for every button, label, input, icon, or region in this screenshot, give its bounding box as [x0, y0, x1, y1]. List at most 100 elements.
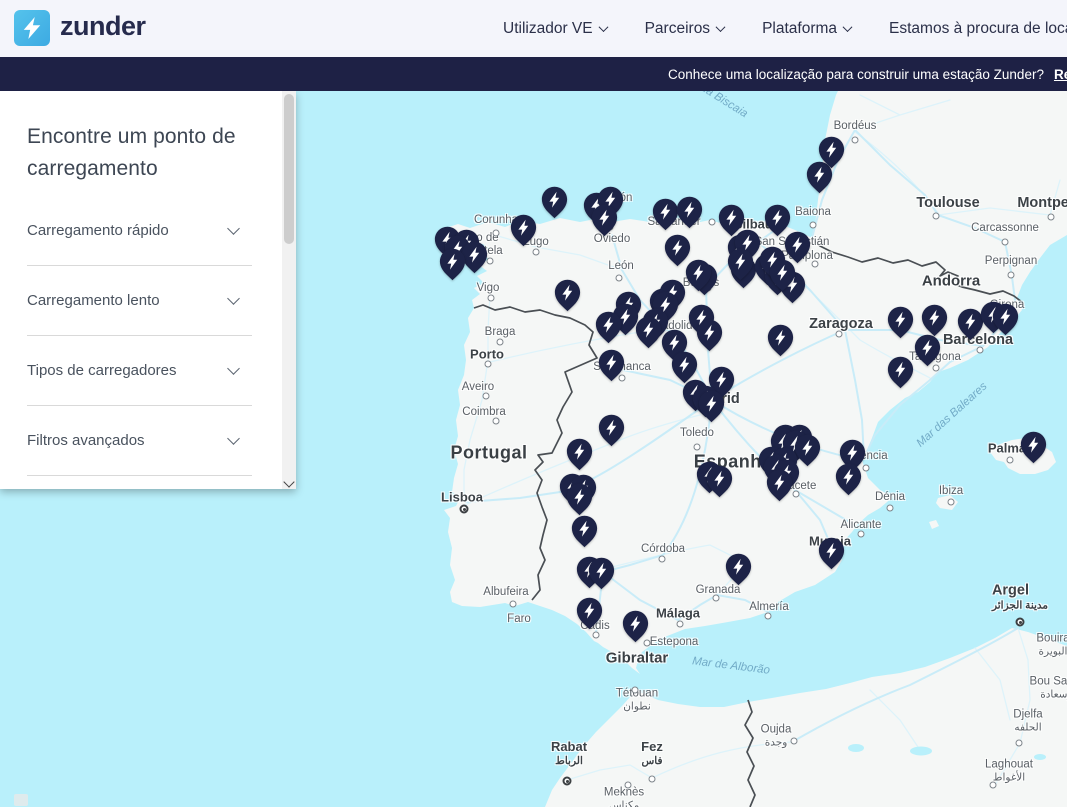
city-dot — [659, 556, 666, 563]
charging-station-pin[interactable] — [591, 204, 618, 237]
chevron-down-icon — [227, 292, 240, 305]
charging-station-pin[interactable] — [887, 356, 914, 389]
charging-station-pin[interactable] — [914, 334, 941, 367]
map-label-porto: Porto — [470, 347, 504, 362]
charging-station-pin[interactable] — [921, 304, 948, 337]
charging-station-pin[interactable] — [571, 515, 598, 548]
city-dot — [625, 782, 632, 789]
charging-station-pin[interactable] — [566, 483, 593, 516]
map-label-arabic: مدينة الجزائر — [992, 600, 1048, 612]
map-label-vigo: Vigo — [477, 282, 500, 294]
charging-station-pin[interactable] — [696, 319, 723, 352]
filter-panel: Encontre um ponto de carregamento Carreg… — [0, 91, 296, 489]
map-label-toulouse: Toulouse — [916, 195, 979, 211]
charging-station-pin[interactable] — [554, 279, 581, 312]
map-label-andorra: Andorra — [922, 273, 980, 290]
map-label-albufeira: Albufeira — [483, 586, 528, 598]
charging-station-pin[interactable] — [727, 248, 754, 281]
city-dot — [677, 621, 684, 628]
charging-station-pin[interactable] — [706, 465, 733, 498]
map-label-arabic: نطوان — [616, 701, 658, 713]
chevron-down-icon — [227, 222, 240, 235]
charging-station-pin[interactable] — [652, 198, 679, 231]
city-dot — [616, 275, 623, 282]
nav-item-plataforma[interactable]: Plataforma — [762, 20, 851, 38]
scrollbar-thumb[interactable] — [284, 94, 294, 244]
city-dot — [497, 339, 504, 346]
charging-station-pin[interactable] — [887, 306, 914, 339]
charging-station-pin[interactable] — [635, 316, 662, 349]
city-dot — [1007, 457, 1014, 464]
city-dot — [765, 613, 772, 620]
nav-item-utilizador-ve[interactable]: Utilizador VE — [503, 20, 607, 38]
chevron-down-icon — [227, 432, 240, 445]
map-label-montpellier: Montpellier — [1017, 195, 1067, 211]
charging-station-pin[interactable] — [769, 259, 796, 292]
nav-item-estamos-a-procura[interactable]: Estamos à procura de locais — [889, 20, 1067, 38]
map-label-baiona: Baiona — [795, 206, 831, 218]
map-label-arabic: الحلفه — [1013, 722, 1042, 734]
logo-text: zunder — [60, 13, 146, 44]
city-dot — [791, 738, 798, 745]
chevron-down-icon — [716, 22, 726, 32]
recommend-location-banner: Conhece uma localização para construir u… — [0, 57, 1067, 91]
map-label-arabic: بوسعادة — [1030, 689, 1067, 701]
charging-station-pin[interactable] — [835, 463, 862, 496]
panel-scrollbar[interactable] — [282, 91, 296, 489]
charging-station-pin[interactable] — [767, 324, 794, 357]
map-label-m-laga: Málaga — [656, 606, 700, 621]
map[interactable]: CorunhaSantiago deCompostelaLugoOviedoGi… — [0, 91, 1067, 807]
charging-station-pin[interactable] — [566, 438, 593, 471]
charging-station-pin[interactable] — [598, 349, 625, 382]
filter-filtros-avancados[interactable]: Filtros avançados — [27, 406, 252, 476]
charging-station-pin[interactable] — [725, 553, 752, 586]
city-dot — [649, 776, 656, 783]
charging-station-pin[interactable] — [510, 214, 537, 247]
scroll-down-arrow-icon[interactable] — [283, 476, 294, 487]
charging-station-pin[interactable] — [766, 469, 793, 502]
recommend-link[interactable]: Recomende — [1054, 67, 1067, 82]
filter-carregamento-lento[interactable]: Carregamento lento — [27, 266, 252, 336]
map-attribution-fragment — [14, 794, 28, 806]
charging-station-pin[interactable] — [439, 248, 466, 281]
charging-station-pin[interactable] — [598, 414, 625, 447]
charging-station-pin[interactable] — [1020, 431, 1047, 464]
map-label-ibiza: Ibiza — [939, 485, 963, 497]
zunder-logo-icon — [14, 10, 50, 46]
charging-station-pin[interactable] — [818, 537, 845, 570]
city-dot — [836, 331, 843, 338]
city-dot — [483, 393, 490, 400]
city-dot — [887, 505, 894, 512]
charging-station-pin[interactable] — [588, 557, 615, 590]
map-label-toledo: Toledo — [680, 427, 714, 439]
panel-title: Encontre um ponto de carregamento — [27, 121, 252, 184]
charging-station-pin[interactable] — [622, 610, 649, 643]
zunder-logo[interactable]: zunder — [14, 10, 146, 46]
capital-city-dot — [563, 777, 572, 786]
filter-carregamento-rapido[interactable]: Carregamento rápido — [27, 196, 252, 266]
map-label-gibraltar: Gibraltar — [606, 650, 669, 667]
map-label-arabic: الرباط — [551, 755, 587, 767]
capital-city-dot — [460, 505, 469, 514]
charging-station-pin[interactable] — [992, 303, 1019, 336]
map-label-lisboa: Lisboa — [441, 490, 483, 505]
charging-station-pin[interactable] — [676, 196, 703, 229]
charging-station-pin[interactable] — [685, 259, 712, 292]
city-dot — [510, 601, 517, 608]
city-dot — [593, 632, 600, 639]
charging-station-pin[interactable] — [818, 136, 845, 169]
city-dot — [812, 261, 819, 268]
map-label-d-nia: Dénia — [875, 491, 905, 503]
map-label-bou-sa-da: Bou Saâdaبوسعادة — [1030, 676, 1067, 701]
nav-item-parceiros[interactable]: Parceiros — [645, 20, 724, 38]
filter-tipos-de-carregadores[interactable]: Tipos de carregadores — [27, 336, 252, 406]
charging-station-pin[interactable] — [541, 186, 568, 219]
map-label-bouira: Bouiraالبويرة — [1036, 633, 1067, 658]
charging-station-pin[interactable] — [595, 311, 622, 344]
city-dot — [493, 418, 500, 425]
charging-station-pin[interactable] — [576, 597, 603, 630]
main-nav: Utilizador VE Parceiros Plataforma Estam… — [503, 0, 1067, 57]
map-label-arabic: فاس — [641, 755, 663, 767]
charging-station-pin[interactable] — [698, 390, 725, 423]
map-label-laghouat: Laghouatالأغواط — [985, 759, 1033, 784]
